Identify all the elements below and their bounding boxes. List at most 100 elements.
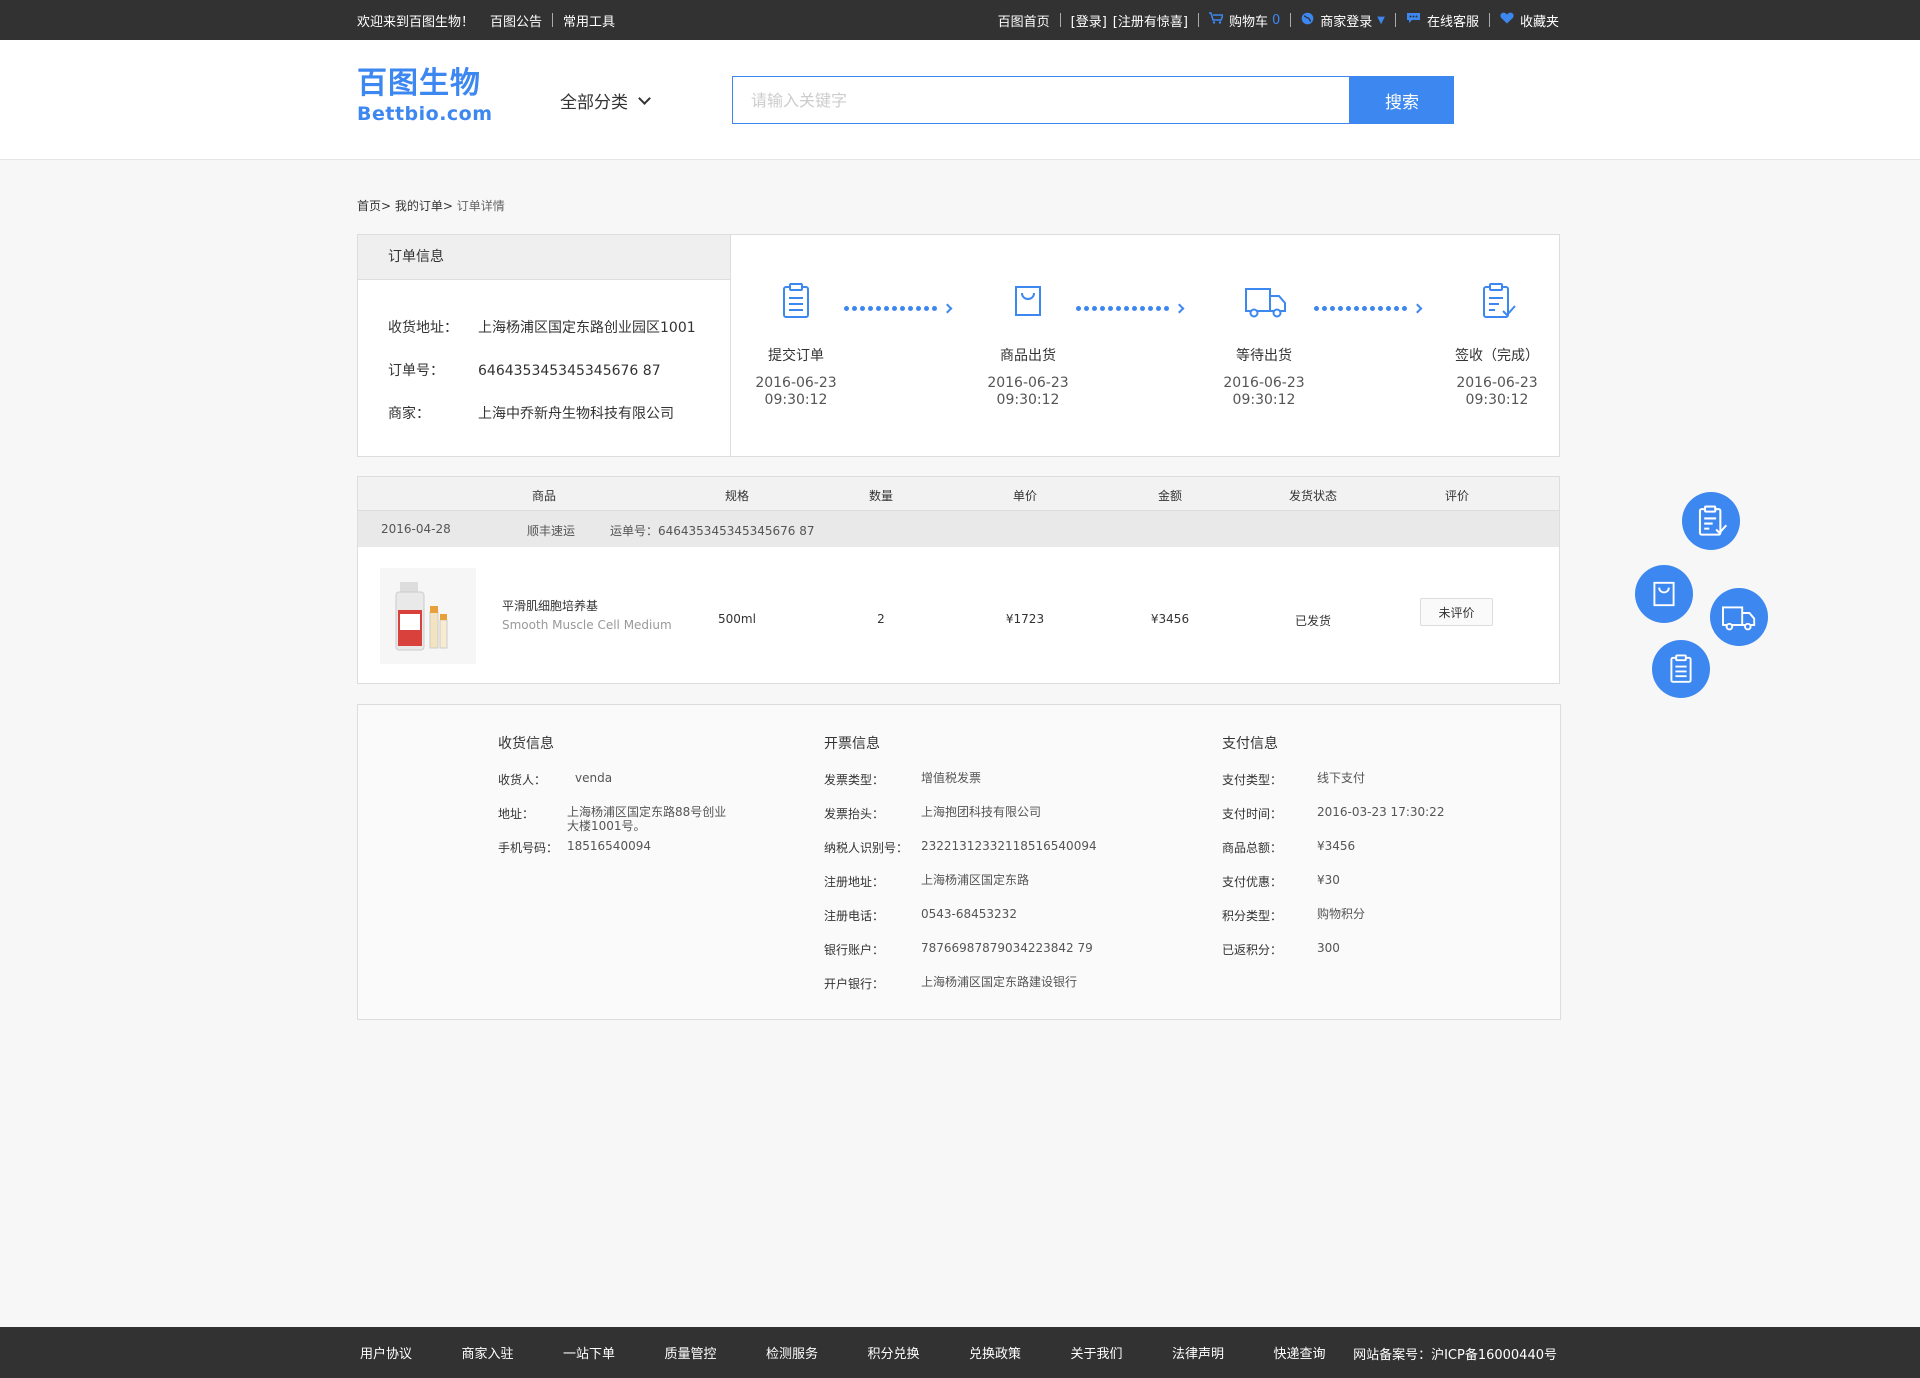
shipment-row: 2016-04-28 顺丰速运 运单号：646435345345345676 8… [358,511,1559,547]
col-header: 单价 [1012,489,1038,503]
col-header: 评价 [1444,489,1470,503]
step-label: 商品出货 [1000,348,1056,364]
merchant-login-label: 商家登录 [1320,14,1373,30]
bag-icon [1008,281,1048,321]
rate-button[interactable]: 未评价 [1420,598,1493,626]
logo-cn: 百图生物 [357,66,481,101]
col-header: 数量 [868,489,894,503]
float-clipboard-icon[interactable] [1652,640,1710,698]
float-clipboard-check-icon[interactable] [1682,492,1740,550]
service-link[interactable]: 在线客服 [1406,11,1479,30]
tools-link[interactable]: 常用工具 [563,11,615,30]
footer-link[interactable]: 法律声明 [1172,1343,1274,1362]
order-summary: 订单信息 收货地址： 上海杨浦区国定东路创业园区1001 订单号： 64643534… [357,234,1560,457]
invoice-row: 注册地址： 上海杨浦区国定东路 [824,873,1030,889]
product-name-cn: 平滑肌细胞培养基 [502,599,599,613]
step-label: 提交订单 [768,348,824,364]
receive-title: 收货信息 [498,736,554,752]
chat-icon [1406,12,1421,28]
footer-link[interactable]: 兑换政策 [969,1343,1071,1362]
header: 百图生物 Bettbio.com 全部分类 搜索 [0,40,1920,160]
globe-icon [1301,12,1314,29]
merchant-row: 商家： 上海中乔新舟生物科技有限公司 [388,403,674,423]
footer-links: 用户协议 商家入驻 一站下单 质量管控 检测服务 积分兑换 兑换政策 关于我们 … [360,1327,1375,1378]
payment-row: 商品总额： ¥3456 [1222,839,1356,855]
footer-link[interactable]: 商家入驻 [462,1343,564,1362]
category-dropdown[interactable]: 全部分类 [560,88,651,113]
logo[interactable]: 百图生物 Bettbio.com [357,66,493,126]
clipboard-check-icon [1477,281,1517,321]
float-truck-icon[interactable] [1710,588,1768,646]
breadcrumb-current: 订单详情 [456,199,505,213]
merchant-login-link[interactable]: 商家登录 ▼ [1301,11,1385,30]
footer-link[interactable]: 检测服务 [766,1343,868,1362]
search-button[interactable]: 搜索 [1350,76,1454,124]
order-no-value: 646435345345345676 87 [478,363,661,379]
footer-link[interactable]: 积分兑换 [868,1343,970,1362]
receive-row: 手机号码： 18516540094 [498,839,651,855]
payment-title: 支付信息 [1222,736,1278,752]
breadcrumb: 首页> 我的订单> 订单详情 [357,197,505,214]
receive-info: 收货信息 收货人： venda 地址： 上海杨浦区国定东路88号创业大楼1001号。… [498,733,738,873]
receive-row: 地址： 上海杨浦区国定东路88号创业大楼1001号。 [498,805,727,833]
float-bag-icon[interactable] [1635,565,1693,623]
favorites-label: 收藏夹 [1519,14,1559,30]
progress-arrow [1314,301,1444,317]
footer-link[interactable]: 一站下单 [563,1343,665,1362]
col-header: 发货状态 [1288,489,1338,503]
step-time: 2016-06-23 09:30:12 [1456,375,1538,408]
footer-link[interactable]: 关于我们 [1071,1343,1173,1362]
product-qty: 2 [877,612,885,626]
footer: 用户协议 商家入驻 一站下单 质量管控 检测服务 积分兑换 兑换政策 关于我们 … [0,1327,1920,1378]
search-input[interactable] [732,76,1350,124]
merchant-value: 上海中乔新舟生物科技有限公司 [478,406,674,422]
category-label: 全部分类 [560,93,628,113]
payment-row: 支付优惠： ¥30 [1222,873,1340,889]
caret-down-icon: ▼ [1377,14,1385,26]
step-wait: 等待出货 2016-06-23 09:30:12 [1204,281,1324,409]
search-bar: 搜索 [732,76,1454,124]
progress-arrow [844,301,974,317]
product-name-en: Smooth Muscle Cell Medium [502,618,672,632]
waybill: 运单号：646435345345345676 87 [610,524,815,538]
product-amount: ¥3456 [1150,612,1190,626]
footer-link[interactable]: 质量管控 [665,1343,767,1362]
invoice-info: 开票信息 发票类型： 增值税发票 发票抬头： 上海抱团科技有限公司 纳税人识别号： 2… [824,733,1124,1009]
payment-row: 支付时间： 2016-03-23 17:30:22 [1222,805,1445,821]
product-image[interactable] [380,568,476,664]
order-no-row: 订单号： 646435345345345676 87 [388,360,661,380]
login-link[interactable]: [登录] [1071,11,1107,30]
footer-link[interactable]: 用户协议 [360,1343,462,1362]
cart-icon [1208,12,1225,28]
product-name[interactable]: 平滑肌细胞培养基 Smooth Muscle Cell Medium [502,597,672,632]
order-no-label: 订单号： [388,363,444,379]
breadcrumb-home[interactable]: 首页> [357,199,391,213]
invoice-row: 纳税人识别号： 23221312332118516540094 [824,839,1097,855]
announce-link[interactable]: 百图公告 [490,11,542,30]
address-value: 上海杨浦区国定东路创业园区1001 [478,320,696,336]
cart-link[interactable]: 购物车 0 [1208,11,1280,30]
favorites-link[interactable]: 收藏夹 [1500,11,1559,30]
product-spec: 500ml [718,612,756,626]
invoice-row: 注册电话： 0543-68453232 [824,907,1017,923]
clipboard-icon [776,281,816,321]
invoice-row: 发票抬头： 上海抱团科技有限公司 [824,805,1042,821]
detail-info-panel: 收货信息 收货人： venda 地址： 上海杨浦区国定东路88号创业大楼1001号。… [357,704,1561,1020]
step-time: 2016-06-23 09:30:12 [1223,375,1305,408]
receive-row: 收货人： venda [498,771,613,787]
col-header: 金额 [1157,489,1183,503]
service-label: 在线客服 [1426,14,1479,30]
step-ship: 商品出货 2016-06-23 09:30:12 [968,281,1088,409]
payment-row: 支付类型： 线下支付 [1222,771,1366,787]
ship-date: 2016-04-28 [381,522,451,536]
heart-icon [1500,12,1514,28]
truck-icon [1244,281,1286,321]
home-link[interactable]: 百图首页 [998,11,1050,30]
icp-record: 网站备案号：沪ICP备16000440号 [1353,1348,1557,1363]
register-link[interactable]: [注册有惊喜] [1113,11,1188,30]
breadcrumb-orders[interactable]: 我的订单> [395,199,453,213]
payment-row: 积分类型： 购物积分 [1222,907,1366,923]
product-table: 商品 规格 数量 单价 金额 发货状态 评价 2016-04-28 顺丰速运 运… [357,476,1560,684]
col-header: 商品 [531,489,557,503]
step-complete: 签收（完成） 2016-06-23 09:30:12 [1437,281,1557,409]
